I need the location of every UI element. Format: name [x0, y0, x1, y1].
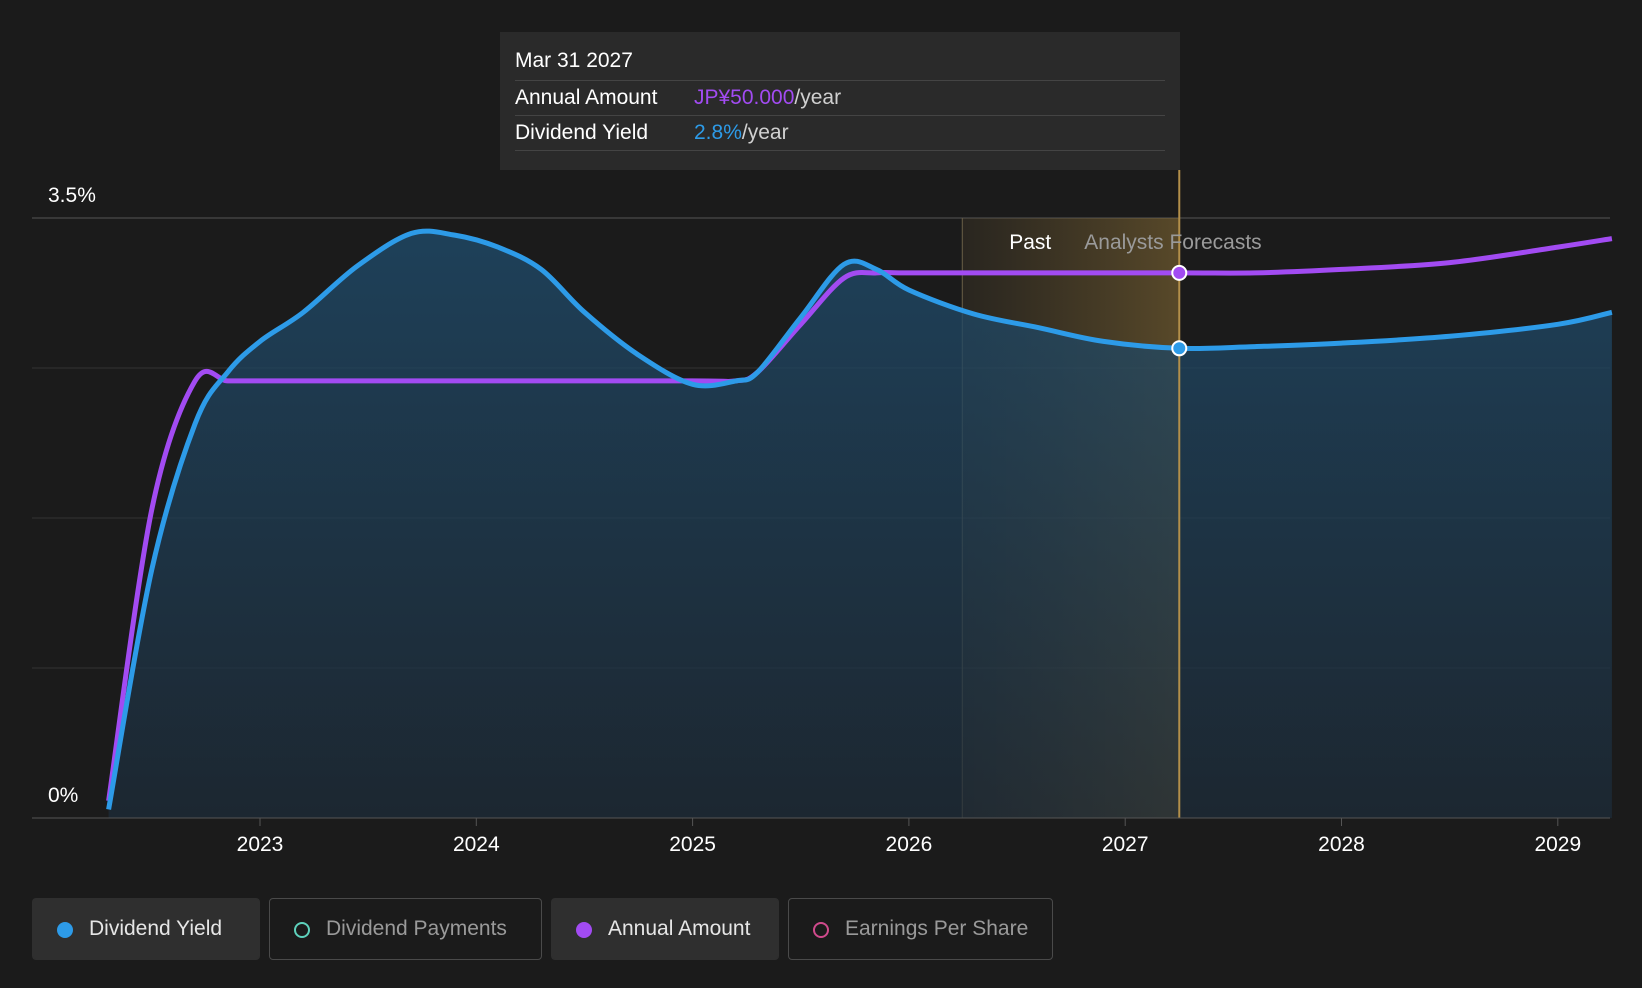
- legend-label: Dividend Payments: [326, 917, 507, 940]
- x-tick-label: 2026: [886, 833, 933, 856]
- x-tick-label: 2028: [1318, 833, 1365, 856]
- legend-label: Earnings Per Share: [845, 917, 1029, 940]
- x-tick-label: 2023: [237, 833, 284, 856]
- x-axis-ticks: 2023 2024 2025 2026 2027 2028 2029: [237, 818, 1581, 856]
- tooltip-value: JP¥50.000: [694, 86, 795, 109]
- dividend-yield-area: [108, 231, 1612, 819]
- x-tick-label: 2029: [1534, 833, 1581, 856]
- y-tick-label: 0%: [48, 784, 78, 807]
- tooltip-label: Dividend Yield: [515, 121, 649, 144]
- x-tick-label: 2024: [453, 833, 500, 856]
- x-tick-label: 2025: [669, 833, 716, 856]
- x-tick-label: 2027: [1102, 833, 1149, 856]
- legend-dot-icon: [57, 922, 73, 938]
- legend-dividend-yield-button[interactable]: Dividend Yield: [32, 898, 260, 960]
- tooltip-row-dividend-yield: Dividend Yield 2.8%/year: [515, 116, 1165, 151]
- legend-dividend-payments-button[interactable]: Dividend Payments: [269, 898, 542, 960]
- tooltip-label: Annual Amount: [515, 86, 658, 109]
- dividend-yield-marker[interactable]: [1171, 340, 1188, 357]
- legend-earnings-per-share-button[interactable]: Earnings Per Share: [788, 898, 1053, 960]
- y-axis-ticks: 3.5% 0%: [48, 184, 96, 807]
- legend-dot-icon: [576, 922, 592, 938]
- forecast-label: Analysts Forecasts: [1084, 231, 1261, 254]
- y-tick-label: 3.5%: [48, 184, 96, 207]
- tooltip-unit: /year: [741, 121, 789, 144]
- tooltip-date: Mar 31 2027: [515, 46, 1165, 81]
- annual-amount-marker[interactable]: [1171, 264, 1188, 281]
- chart-tooltip: Mar 31 2027 Annual Amount JP¥50.000/year …: [500, 32, 1180, 170]
- legend-label: Annual Amount: [608, 917, 751, 940]
- legend-label: Dividend Yield: [89, 917, 223, 940]
- tooltip-value: 2.8%: [694, 121, 742, 144]
- tooltip-unit: /year: [794, 86, 842, 109]
- legend-dot-icon: [813, 922, 829, 938]
- tooltip-row-annual-amount: Annual Amount JP¥50.000/year: [515, 81, 1165, 116]
- past-label: Past: [1009, 231, 1051, 254]
- legend-dot-icon: [294, 922, 310, 938]
- legend-annual-amount-button[interactable]: Annual Amount: [551, 898, 779, 960]
